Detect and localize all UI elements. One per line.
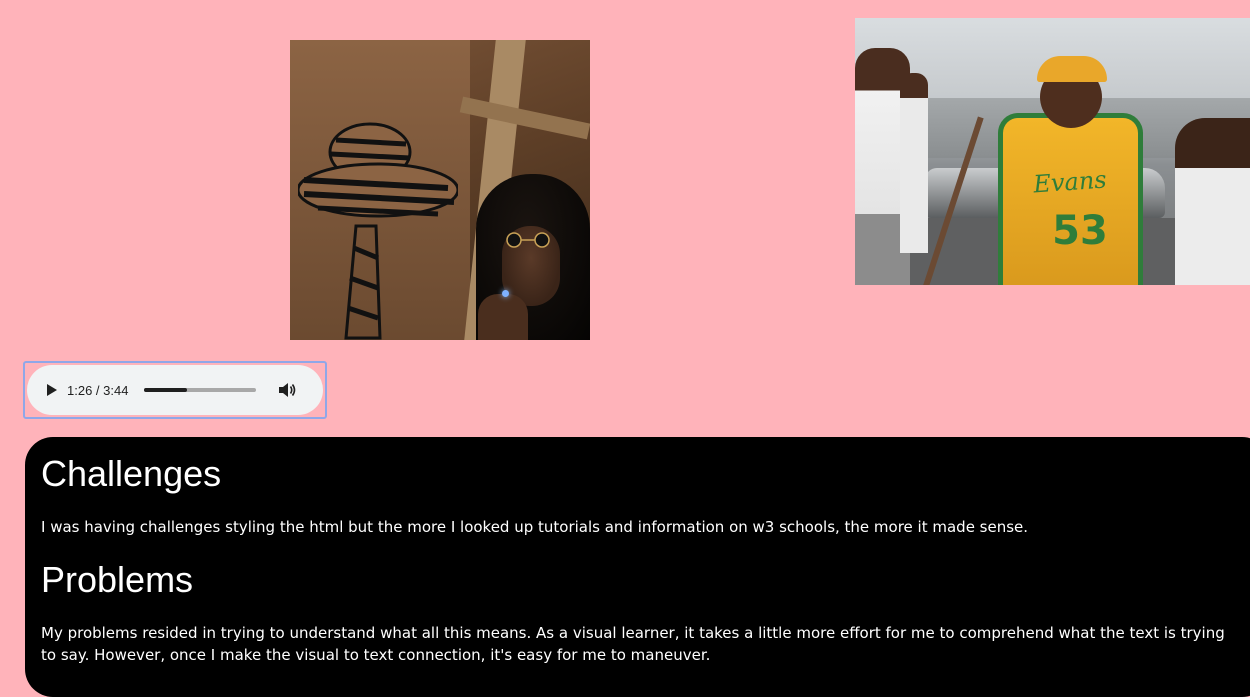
play-icon[interactable] (47, 384, 57, 396)
person-right (1175, 118, 1250, 285)
challenges-text: I was having challenges styling the html… (41, 518, 1029, 536)
album-art-image (290, 40, 590, 340)
audio-player[interactable]: 1:26 / 3:44 (27, 365, 323, 415)
hand (478, 294, 528, 340)
lighter-glow (502, 290, 509, 297)
seek-progress (144, 388, 187, 392)
challenges-heading: Challenges (41, 453, 222, 494)
video-still-image: Evans 53 (855, 18, 1250, 285)
ufo-drawing (298, 122, 458, 340)
audio-focus-outline: 1:26 / 3:44 (23, 361, 327, 419)
problems-heading: Problems (41, 559, 194, 600)
time-display: 1:26 / 3:44 (67, 382, 129, 398)
wood-crossbeam (459, 96, 590, 140)
problems-text: My problems resided in trying to underst… (41, 624, 1225, 664)
cap (1037, 56, 1107, 82)
jersey (998, 113, 1143, 285)
person-left-2 (900, 73, 928, 253)
jersey-number: 53 (1052, 208, 1108, 254)
seek-slider[interactable] (144, 388, 257, 392)
volume-icon[interactable] (278, 382, 296, 398)
sunglasses (506, 232, 550, 248)
content-panel: Challenges I was having challenges styli… (25, 437, 1250, 697)
